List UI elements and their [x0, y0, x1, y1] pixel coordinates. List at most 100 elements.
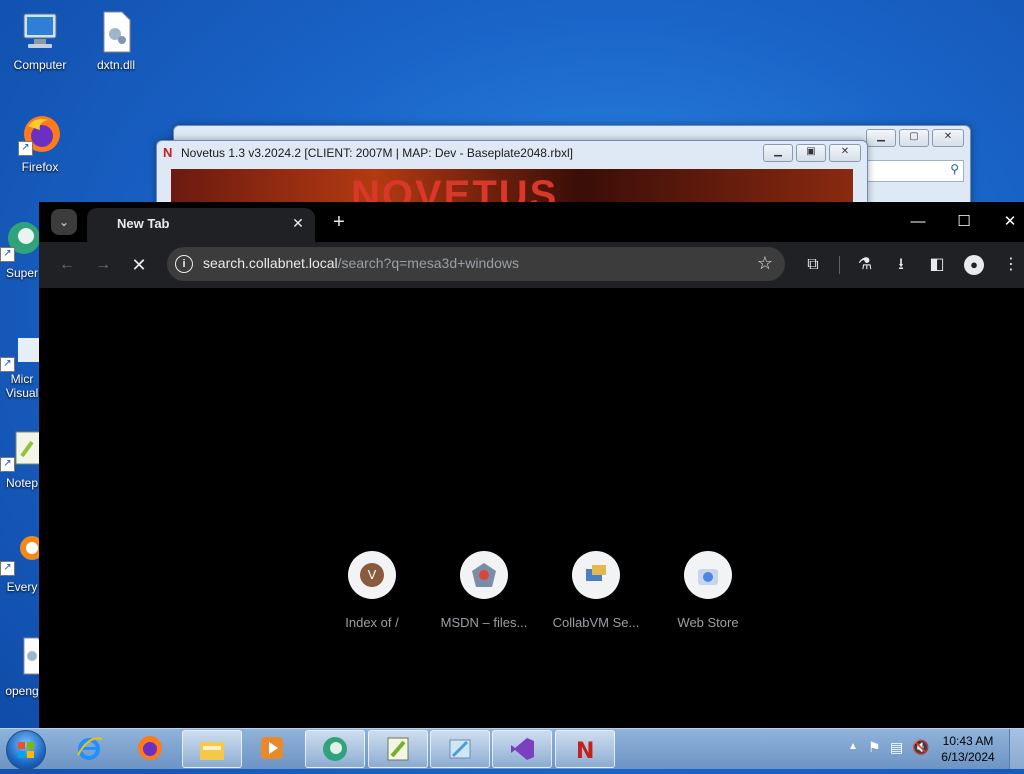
taskbar-novetus[interactable]: N	[555, 730, 615, 768]
stop-button[interactable]: ✕	[127, 253, 151, 277]
maximize-button[interactable]: ☐	[949, 210, 979, 234]
desktop-icon-label: dxtn.dll	[96, 58, 136, 72]
background-window-controls: ▁ ▢ ✕	[866, 129, 964, 147]
shortcut-tile[interactable]: V Index of /	[316, 551, 428, 630]
collabvm-icon	[586, 565, 606, 581]
taskbar-supertuxkart[interactable]	[305, 730, 365, 768]
extensions-button[interactable]: ⧉	[801, 253, 825, 277]
close-icon[interactable]: ✕	[289, 214, 307, 232]
supertuxkart-icon	[323, 737, 347, 761]
taskbar-visual-studio[interactable]	[492, 730, 552, 768]
chevron-down-icon: ⌄	[58, 215, 70, 229]
taskbar-firefox[interactable]	[121, 730, 179, 766]
url-host: search.collabnet.local	[203, 255, 338, 271]
windows-logo-icon	[18, 742, 34, 758]
bookmark-star-icon[interactable]: ☆	[757, 253, 773, 274]
minimize-button[interactable]: —	[903, 210, 933, 234]
novetus-icon: N	[576, 739, 594, 762]
close-icon[interactable]: ✕	[829, 144, 861, 162]
taskbar-media-player[interactable]	[243, 730, 301, 766]
notepad-plus-icon	[387, 737, 409, 761]
url-path: /search?q=mesa3d+windows	[337, 255, 519, 271]
shortcut-label: CollabVM Se...	[552, 615, 640, 630]
kebab-menu-icon: ⋮	[1003, 256, 1019, 273]
downloads-button[interactable]: ⭳	[889, 253, 913, 277]
shortcut-tile[interactable]: Web Store	[652, 551, 764, 630]
address-bar[interactable]: i search.collabnet.local/search?q=mesa3d…	[167, 247, 785, 281]
network-icon[interactable]: ▤	[890, 739, 903, 756]
novetus-window-controls: ▁ ▣ ✕	[763, 144, 861, 162]
taskbar-notepad-plus[interactable]	[368, 730, 428, 768]
visual-studio-icon	[511, 738, 534, 760]
minimize-icon[interactable]: ▁	[763, 144, 793, 162]
clock-time: 10:43 AM	[942, 734, 994, 748]
site-info-icon[interactable]: i	[175, 255, 193, 273]
labs-button[interactable]: ⚗	[853, 253, 877, 277]
new-tab-button[interactable]: +	[327, 210, 351, 234]
taskbar-internet-explorer[interactable]	[60, 730, 118, 766]
show-desktop-button[interactable]	[1009, 729, 1024, 769]
start-button[interactable]	[6, 730, 46, 770]
arrow-right-icon: →	[95, 256, 111, 273]
forward-button[interactable]: →	[91, 253, 115, 277]
browser-window[interactable]: ⌄ New Tab ✕ + — ☐ ✕ ← → ✕ i search.colla…	[39, 202, 1024, 729]
desktop-icon-label: Computer	[13, 58, 67, 72]
desktop-icon-computer[interactable]: Computer	[2, 10, 78, 72]
clock-date: 6/13/2024	[941, 750, 995, 764]
supertuxkart-icon: ↗	[0, 218, 44, 262]
dll-file-icon	[94, 10, 138, 54]
show-hidden-icons-icon[interactable]: ▲	[848, 741, 858, 752]
shortcut-arrow-icon: ↗	[0, 247, 15, 262]
volume-muted-icon[interactable]: 🔇	[912, 739, 929, 756]
tab-title: New Tab	[117, 216, 170, 231]
maximize-icon[interactable]: ▢	[899, 129, 929, 147]
stop-x-icon: ✕	[131, 255, 147, 275]
media-player-icon	[261, 737, 283, 759]
close-button[interactable]: ✕	[995, 210, 1024, 234]
shortcut-arrow-icon: ↗	[0, 357, 15, 372]
shortcut-label: Index of /	[345, 615, 399, 630]
internet-explorer-icon	[77, 737, 102, 760]
search-box[interactable]: ⚲	[866, 160, 964, 182]
shortcut-icon-circle	[572, 551, 620, 599]
taskbar-paint[interactable]	[430, 730, 490, 768]
profile-button[interactable]: ●	[962, 253, 986, 277]
letter-v-icon: V	[360, 563, 384, 587]
maximize-icon[interactable]: ▣	[796, 144, 826, 162]
minimize-icon[interactable]: ▁	[866, 129, 896, 147]
download-icon: ⭳	[898, 256, 904, 273]
puzzle-icon: ⧉	[807, 256, 819, 273]
flask-icon: ⚗	[857, 256, 873, 273]
tab-strip: ⌄ New Tab ✕ + — ☐ ✕	[39, 202, 1024, 242]
shortcut-label: MSDN – files...	[440, 615, 528, 630]
taskbar-file-explorer[interactable]	[182, 730, 242, 768]
desktop-icon-firefox[interactable]: ↗ Firefox	[2, 112, 78, 174]
folder-icon	[200, 742, 224, 760]
arrow-left-icon: ←	[59, 256, 75, 273]
side-panel-button[interactable]: ◧	[925, 253, 949, 277]
close-icon[interactable]: ✕	[932, 129, 964, 147]
close-icon: ✕	[1003, 213, 1017, 230]
minimize-icon: —	[910, 213, 926, 230]
novetus-title-bar[interactable]: N Novetus 1.3 v3.2024.2 [CLIENT: 2007M |…	[157, 141, 867, 165]
plus-icon: +	[333, 211, 345, 233]
shortcut-tile[interactable]: MSDN – files...	[428, 551, 540, 630]
shortcut-icon-circle	[684, 551, 732, 599]
menu-button[interactable]: ⋮	[999, 253, 1023, 277]
action-center-flag-icon[interactable]: ⚑	[868, 739, 881, 756]
shortcut-icon-circle	[460, 551, 508, 599]
opengl-dll-icon	[0, 636, 45, 680]
tab-new-tab[interactable]: New Tab ✕	[87, 208, 315, 242]
desktop-icon-label: Firefox	[21, 160, 59, 174]
shortcut-icon-circle: V	[348, 551, 396, 599]
paint-icon	[449, 739, 471, 759]
novetus-banner-text: NOVETUS	[351, 173, 559, 203]
desktop-icon-dxtn[interactable]: dxtn.dll	[78, 10, 154, 72]
clock[interactable]: 10:43 AM 6/13/2024	[938, 733, 998, 765]
taskbar: N ▲ ⚑ ▤ 🔇 10:43 AM 6/13/2024	[0, 728, 1024, 770]
toolbar-separator	[839, 256, 840, 274]
shortcut-tile[interactable]: CollabVM Se...	[540, 551, 652, 630]
tab-search-button[interactable]: ⌄	[51, 209, 77, 235]
back-button[interactable]: ←	[55, 253, 79, 277]
notepad-plus-icon: ↗	[0, 428, 44, 472]
